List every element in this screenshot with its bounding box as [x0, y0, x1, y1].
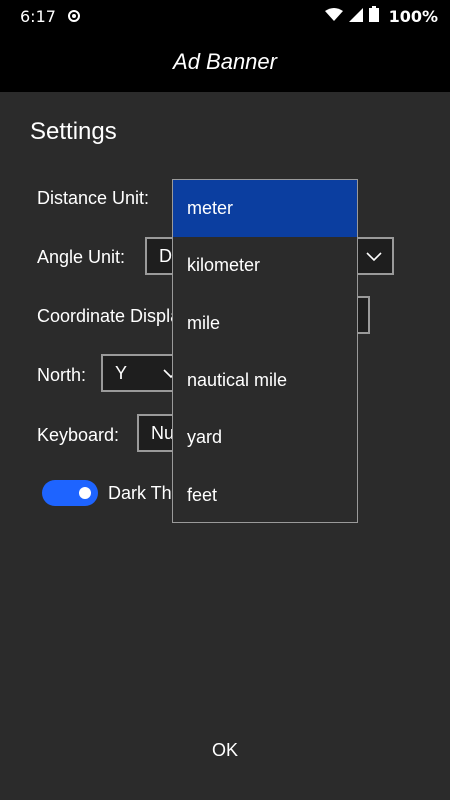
- chevron-down-icon: [366, 246, 382, 267]
- option-meter[interactable]: meter: [173, 180, 357, 238]
- angle-unit-value: D: [159, 245, 172, 266]
- option-mile[interactable]: mile: [173, 295, 357, 352]
- option-yard[interactable]: yard: [173, 409, 357, 466]
- north-value: Y: [115, 362, 128, 383]
- battery-icon: [368, 6, 379, 26]
- north-label: North:: [37, 365, 87, 385]
- distance-unit-dropdown[interactable]: meter kilometer mile nautical mile yard …: [172, 179, 358, 523]
- option-nautical-mile[interactable]: nautical mile: [173, 352, 357, 409]
- keyboard-label: Keyboard:: [37, 425, 120, 445]
- keyboard-value: Nu: [151, 422, 175, 443]
- ok-button-label: OK: [211, 739, 238, 760]
- sync-icon: [67, 10, 80, 22]
- signal-icon: [348, 7, 363, 26]
- angle-unit-label: Angle Unit:: [37, 247, 126, 267]
- status-icons: 100%: [324, 6, 438, 26]
- ok-button[interactable]: OK: [185, 732, 265, 768]
- toggle-knob: [79, 487, 91, 499]
- distance-unit-label: Distance Unit:: [37, 188, 150, 208]
- option-feet[interactable]: feet: [173, 466, 357, 523]
- status-time: 6:17: [20, 6, 56, 26]
- ad-banner-text: Ad Banner: [173, 49, 277, 74]
- dialog-title: Settings: [30, 118, 117, 145]
- wifi-icon: [324, 7, 343, 26]
- coordinate-display-label: Coordinate Display: [37, 306, 190, 326]
- battery-percent: 100%: [388, 6, 438, 26]
- option-kilometer[interactable]: kilometer: [173, 237, 357, 294]
- status-bar: 6:17 100%: [0, 0, 450, 32]
- dark-theme-toggle[interactable]: [42, 480, 98, 506]
- ad-banner[interactable]: Ad Banner: [0, 32, 450, 92]
